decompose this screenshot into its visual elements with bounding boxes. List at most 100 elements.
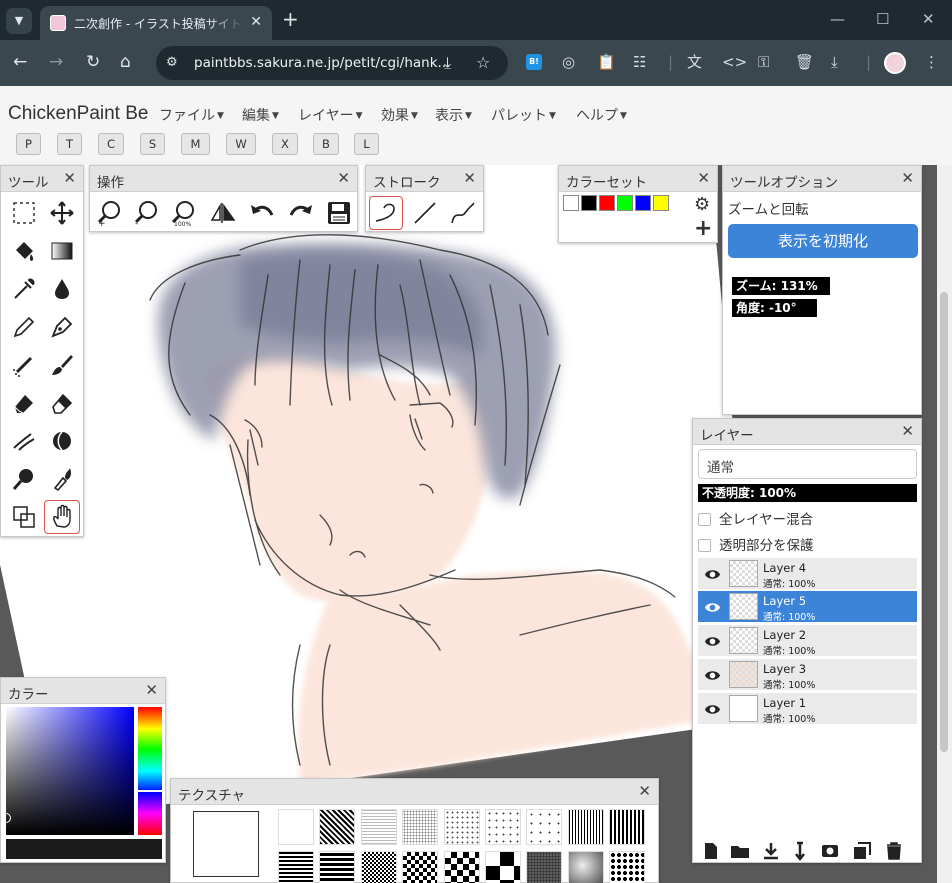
- color-swatch-black[interactable]: [581, 195, 597, 211]
- freehand-stroke-button[interactable]: [369, 196, 403, 230]
- close-icon[interactable]: ✕: [901, 169, 914, 187]
- key-extension-icon[interactable]: ⚿: [758, 53, 769, 71]
- gradient-tool[interactable]: [44, 234, 80, 268]
- palette-toggle-t[interactable]: T: [57, 133, 82, 155]
- lock-alpha-checkbox[interactable]: 透明部分を保護: [698, 534, 814, 554]
- palette-toggle-l[interactable]: L: [354, 133, 379, 155]
- panel-header[interactable]: レイヤー ✕: [693, 419, 921, 445]
- scrollbar-thumb[interactable]: [940, 292, 948, 752]
- panel-header[interactable]: カラー ✕: [1, 678, 165, 704]
- bookmark-star-icon[interactable]: ☆: [476, 53, 490, 72]
- palette-toggle-w[interactable]: W: [226, 133, 256, 155]
- flip-button[interactable]: [206, 196, 240, 230]
- panel-header[interactable]: カラーセット ✕: [559, 166, 717, 192]
- close-icon[interactable]: ✕: [63, 169, 76, 187]
- hand-tool[interactable]: [44, 500, 80, 534]
- save-button[interactable]: [322, 196, 356, 230]
- site-info-icon[interactable]: ⚙: [166, 55, 178, 70]
- new-folder-icon[interactable]: [730, 841, 750, 861]
- layer-row-2[interactable]: Layer 2 通常: 100%: [698, 625, 917, 657]
- undo-button[interactable]: [245, 196, 279, 230]
- texture-checker-fine[interactable]: [361, 851, 397, 883]
- panel-header[interactable]: テクスチャ ✕: [171, 779, 658, 805]
- texture-dots-sparse[interactable]: [485, 809, 521, 845]
- menu-view[interactable]: 表示 ▼: [435, 105, 472, 125]
- new-layer-icon[interactable]: [701, 841, 721, 861]
- eye-icon[interactable]: [704, 633, 721, 650]
- menu-palette[interactable]: パレット ▼: [491, 105, 556, 125]
- code-extension-icon[interactable]: <>: [722, 53, 747, 71]
- palette-toggle-b[interactable]: B: [313, 133, 339, 155]
- eye-icon[interactable]: [704, 566, 721, 583]
- hard-eraser-tool[interactable]: [44, 386, 80, 420]
- tab-close-icon[interactable]: ✕: [250, 14, 262, 30]
- clipboard-extension-icon[interactable]: 📋: [597, 53, 616, 71]
- mouse-extension-icon[interactable]: ◎: [562, 53, 575, 71]
- close-icon[interactable]: ✕: [638, 782, 651, 800]
- color-swatch-white[interactable]: [563, 195, 579, 211]
- angle-slider[interactable]: 角度: -10°: [732, 299, 817, 317]
- close-icon[interactable]: ✕: [145, 681, 158, 699]
- texture-checker-large[interactable]: [485, 851, 521, 883]
- layer-row-5[interactable]: Layer 5 通常: 100%: [698, 591, 917, 623]
- blender-tool[interactable]: [44, 424, 80, 458]
- saturation-value-picker[interactable]: [1, 707, 134, 835]
- install-icon[interactable]: ⤓: [444, 53, 451, 73]
- layer-row-4[interactable]: Layer 4 通常: 100%: [698, 558, 917, 590]
- zoom-100-button[interactable]: 100%: [167, 196, 201, 230]
- texture-vertical[interactable]: [609, 809, 645, 845]
- texture-none[interactable]: [278, 809, 314, 845]
- layer-row-3[interactable]: Layer 3 通常: 100%: [698, 659, 917, 691]
- menu-help[interactable]: ヘルプ ▼: [576, 105, 627, 125]
- back-button[interactable]: ←: [13, 52, 27, 72]
- browser-tab[interactable]: 二次創作 - イラスト投稿サイト Petit ✕: [40, 6, 272, 40]
- soft-eraser-tool[interactable]: [6, 386, 42, 420]
- eye-icon[interactable]: [704, 701, 721, 718]
- texture-cloud[interactable]: [568, 851, 604, 883]
- menu-layer[interactable]: レイヤー ▼: [298, 105, 363, 125]
- eyedropper-tool[interactable]: [6, 272, 42, 306]
- minimize-button[interactable]: —: [830, 10, 845, 28]
- browser-menu-icon[interactable]: ⋮: [924, 53, 939, 71]
- colorset-settings-icon[interactable]: ⚙: [694, 196, 710, 214]
- colorset-add-icon[interactable]: +: [694, 218, 712, 240]
- blur-tool[interactable]: [6, 462, 42, 496]
- close-icon[interactable]: ✕: [901, 422, 914, 440]
- clip-layer-icon[interactable]: [791, 841, 811, 861]
- redo-button[interactable]: [284, 196, 318, 230]
- texture-horizontal[interactable]: [278, 851, 314, 883]
- blend-mode-select[interactable]: 通常: [698, 449, 917, 479]
- puzzle-extension-icon[interactable]: ☷: [633, 53, 646, 71]
- menu-file[interactable]: ファイル ▼: [159, 105, 224, 125]
- menu-edit[interactable]: 編集 ▼: [242, 105, 279, 125]
- color-swatch-yellow[interactable]: [653, 195, 669, 211]
- pencil-tool[interactable]: [6, 310, 42, 344]
- texture-checker[interactable]: [402, 851, 438, 883]
- trash-extension-icon[interactable]: 🗑: [795, 53, 814, 71]
- texture-vertical-fine[interactable]: [568, 809, 604, 845]
- palette-toggle-p[interactable]: P: [16, 133, 41, 155]
- zoom-in-button[interactable]: +: [93, 196, 127, 230]
- panel-header[interactable]: ストローク ✕: [366, 166, 483, 192]
- texture-horizontal-bold[interactable]: [319, 851, 355, 883]
- menu-effects[interactable]: 効果 ▼: [381, 105, 418, 125]
- close-icon[interactable]: ✕: [337, 169, 350, 187]
- delete-layer-icon[interactable]: [884, 841, 904, 861]
- tab-search-button[interactable]: ▼: [6, 8, 32, 34]
- hue-slider-handle[interactable]: [138, 790, 162, 792]
- texture-diagonal[interactable]: [319, 809, 355, 845]
- pen-tool[interactable]: [44, 310, 80, 344]
- new-tab-button[interactable]: +: [282, 9, 299, 29]
- line-stroke-button[interactable]: [408, 196, 442, 230]
- layer-mask-icon[interactable]: [820, 841, 840, 861]
- texture-spots[interactable]: [609, 851, 645, 883]
- palette-toggle-m[interactable]: M: [181, 133, 210, 155]
- palette-toggle-c[interactable]: C: [98, 133, 124, 155]
- smudge-tool[interactable]: [6, 424, 42, 458]
- texture-dots-wide[interactable]: [526, 809, 562, 845]
- hatena-bookmark-extension-icon[interactable]: B!: [526, 54, 542, 70]
- color-swatch-green[interactable]: [617, 195, 633, 211]
- forward-button[interactable]: →: [49, 52, 63, 72]
- panel-header[interactable]: ツール ✕: [1, 166, 83, 192]
- rect-select-tool[interactable]: [6, 196, 42, 230]
